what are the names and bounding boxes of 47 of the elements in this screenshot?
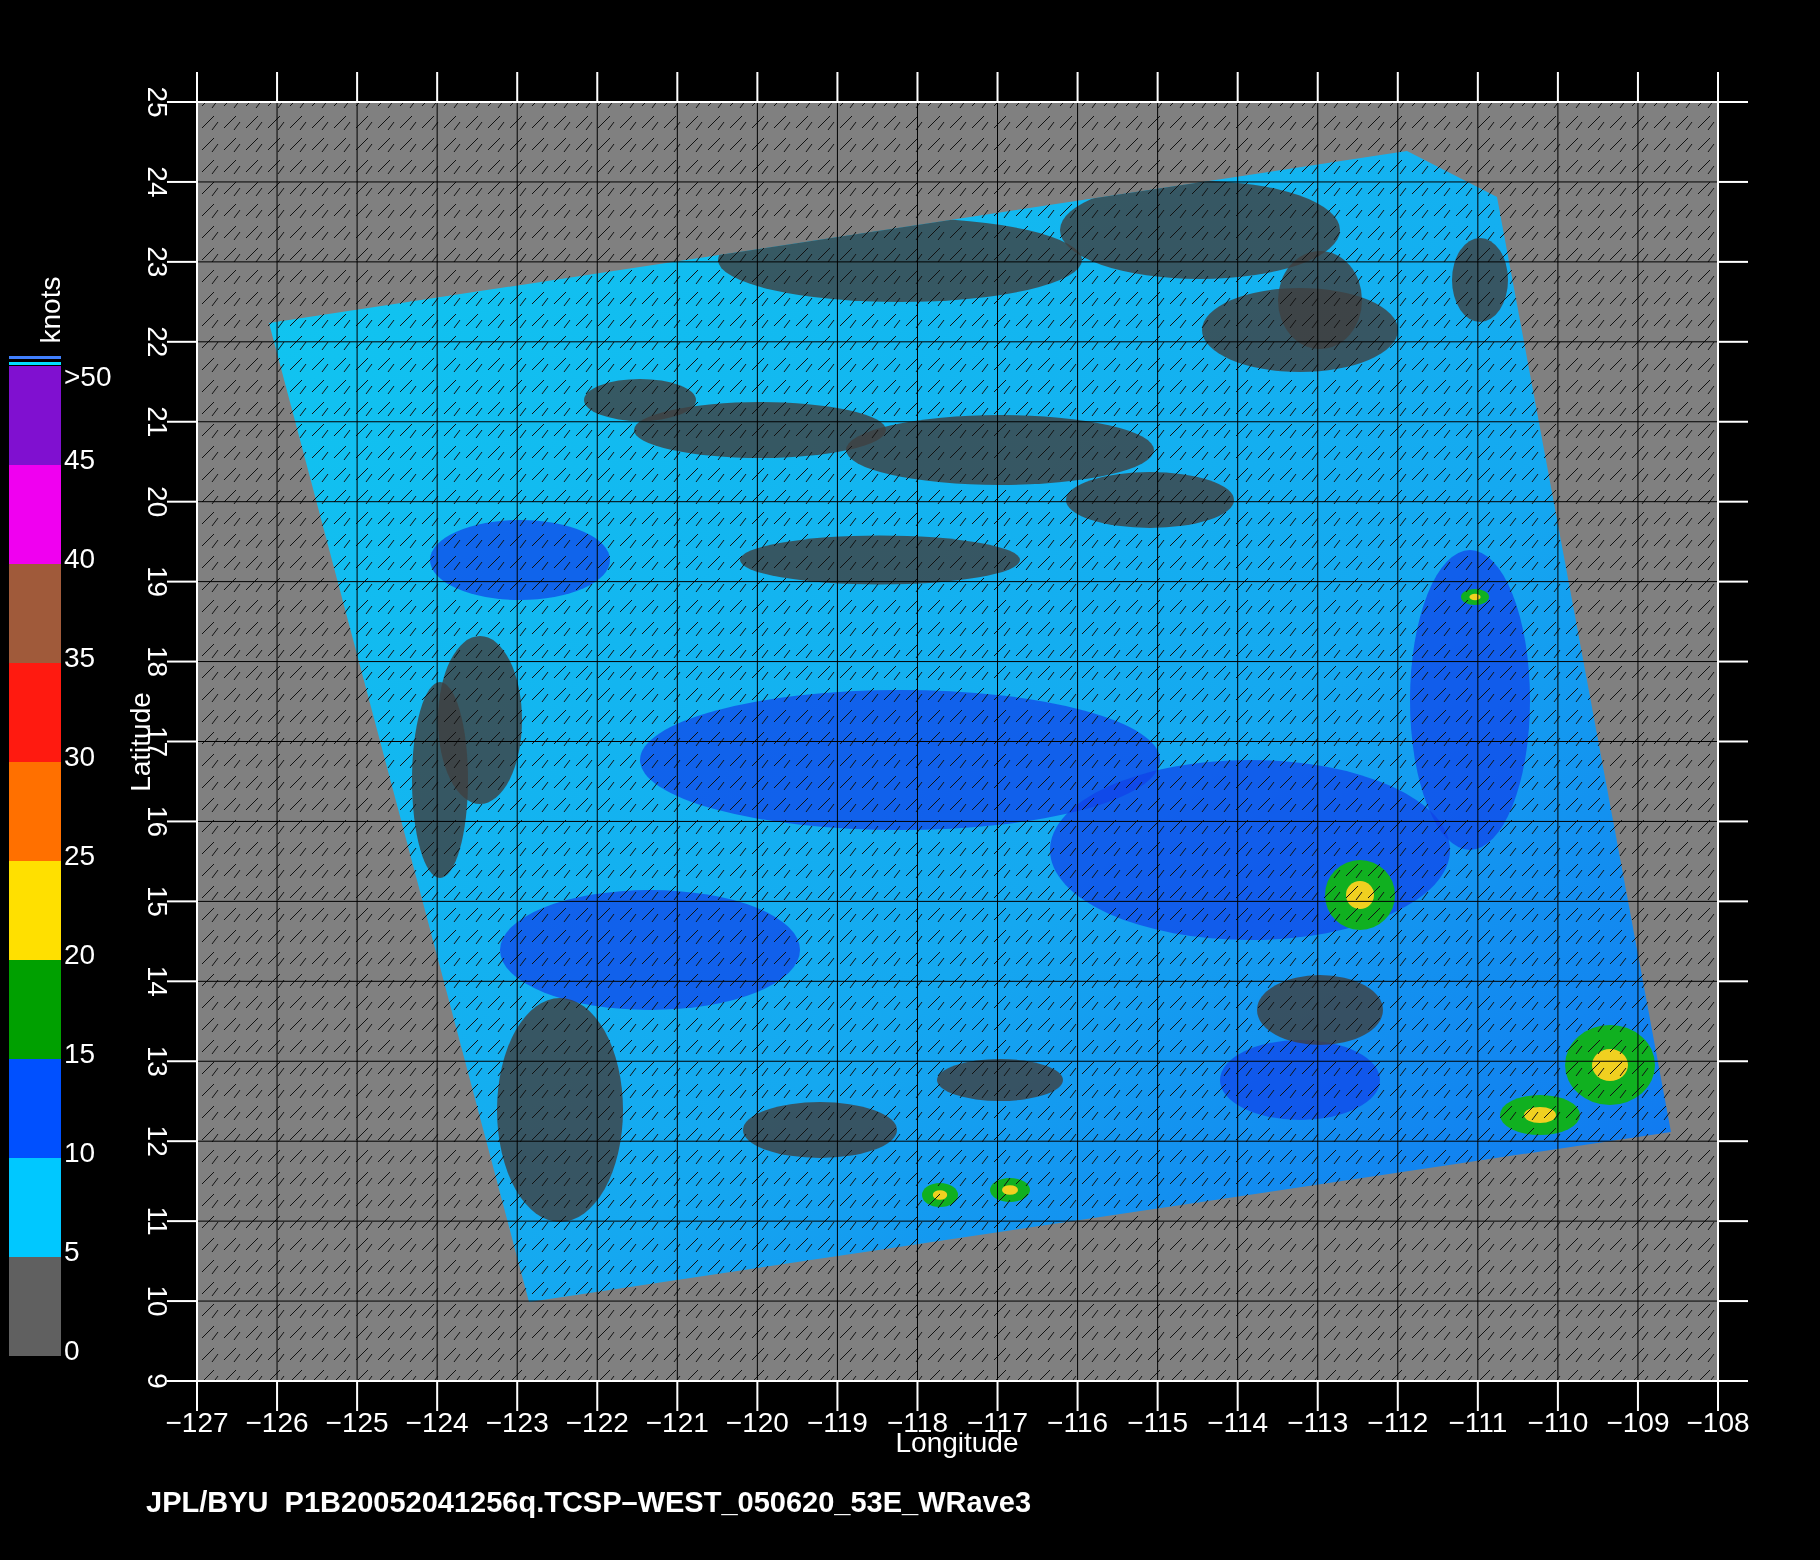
- latitude-tick-label: 15: [142, 885, 173, 917]
- latitude-tick-label: 16: [142, 805, 173, 837]
- latitude-tick-label: 9: [142, 1373, 173, 1389]
- longitude-tick-label: −119: [806, 1407, 868, 1438]
- latitude-tick-label: 18: [142, 646, 173, 678]
- longitude-tick-label: −116: [1047, 1407, 1109, 1438]
- longitude-tick-label: −125: [325, 1407, 389, 1438]
- colorbar-tick-label: 0: [64, 1335, 80, 1366]
- longitude-tick-label: −122: [565, 1407, 629, 1438]
- longitude-tick-label: −126: [245, 1407, 309, 1438]
- caption: JPL/BYU P1B20052041256q.TCSP–WEST_050620_53E_WRave3: [146, 1486, 1031, 1518]
- colorbar-tick-label: 15: [64, 1038, 96, 1069]
- colorbar-unit-label: knots: [35, 276, 66, 344]
- colorbar-tick-label: 25: [64, 840, 96, 871]
- longitude-tick-label: −113: [1287, 1407, 1349, 1438]
- colorbar-tick-label: 20: [64, 939, 96, 970]
- latitude-tick-label: 11: [142, 1206, 173, 1236]
- longitude-tick-label: −111: [1448, 1407, 1508, 1438]
- latitude-tick-label: 13: [142, 1045, 173, 1077]
- latitude-tick-label: 24: [142, 166, 173, 198]
- longitude-tick-label: −127: [165, 1407, 229, 1438]
- latitude-tick-label: 23: [142, 246, 173, 278]
- latitude-tick-label: 20: [142, 486, 173, 518]
- longitude-tick-label: −121: [645, 1407, 709, 1438]
- latitude-tick-label: 25: [142, 86, 173, 118]
- colorbar-tick-label: >50: [64, 361, 112, 392]
- colorbar-tick-label: 5: [64, 1236, 80, 1267]
- longitude-tick-label: −109: [1606, 1407, 1670, 1438]
- longitude-tick-label: −110: [1527, 1407, 1589, 1438]
- longitude-tick-label: −124: [405, 1407, 469, 1438]
- longitude-tick-label: −123: [485, 1407, 549, 1438]
- latitude-tick-label: 12: [142, 1125, 173, 1157]
- colorbar-tick-label: 10: [64, 1137, 96, 1168]
- colorbar-tick-label: 30: [64, 741, 96, 772]
- latitude-tick-label: 19: [142, 566, 173, 598]
- latitude-tick-label: 21: [142, 406, 173, 438]
- longitude-tick-label: −112: [1367, 1407, 1429, 1438]
- longitude-tick-label: −115: [1127, 1407, 1189, 1438]
- colorbar-tick-label: 45: [64, 444, 96, 475]
- latitude-tick-label: 10: [142, 1285, 173, 1317]
- longitude-tick-label: −114: [1207, 1407, 1269, 1438]
- colorbar-tick-label: 35: [64, 642, 96, 673]
- longitude-tick-label: −108: [1686, 1407, 1750, 1438]
- latitude-tick-label: 14: [142, 965, 173, 997]
- longitude-tick-label: −120: [725, 1407, 789, 1438]
- colorbar-tick-label: 40: [64, 543, 96, 574]
- latitude-tick-label: 22: [142, 326, 173, 358]
